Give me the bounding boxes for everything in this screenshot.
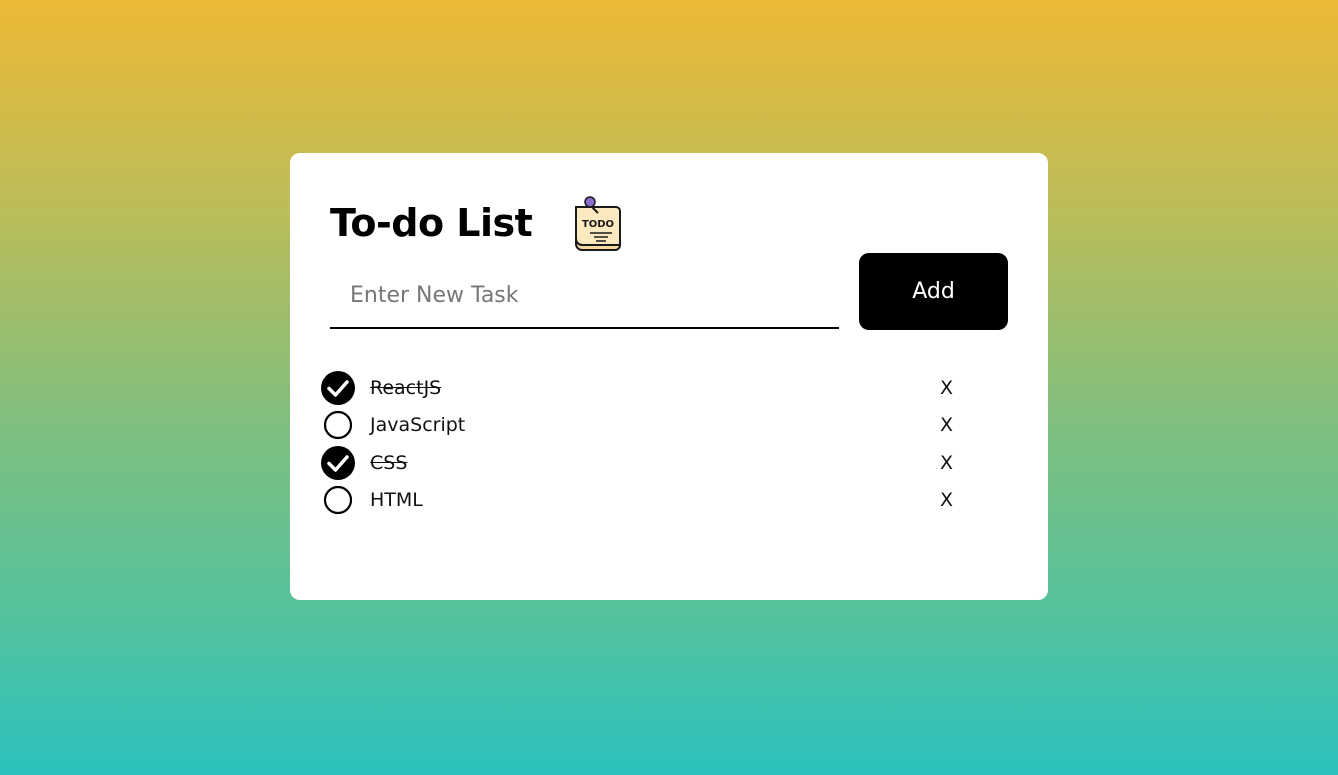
unchecked-circle-icon[interactable] [320,407,356,443]
unchecked-circle-icon[interactable] [320,482,356,518]
delete-button[interactable]: X [940,377,953,399]
task-list: ReactJS X JavaScript X CSS X HTML X [320,369,980,519]
list-item[interactable]: JavaScript X [320,407,980,445]
task-label: HTML [370,489,423,512]
todo-note-icon: TODO [575,196,622,251]
task-input[interactable] [330,263,839,327]
checked-icon[interactable] [320,370,356,406]
page-title: To-do List [330,201,533,245]
task-input-wrapper [330,263,839,329]
checked-icon[interactable] [320,445,356,481]
list-item[interactable]: CSS X [320,444,980,482]
list-item[interactable]: HTML X [320,482,980,520]
task-label: ReactJS [370,376,442,399]
delete-button[interactable]: X [940,414,953,436]
delete-button[interactable]: X [940,489,953,511]
task-label: JavaScript [370,414,466,437]
todo-icon-text: TODO [582,219,614,230]
add-button[interactable]: Add [859,253,1008,330]
list-item[interactable]: ReactJS X [320,369,980,407]
task-label: CSS [370,451,408,474]
todo-card: To-do List TODO Add ReactJS X [290,153,1048,600]
title-row: To-do List [330,193,533,253]
delete-button[interactable]: X [940,452,953,474]
